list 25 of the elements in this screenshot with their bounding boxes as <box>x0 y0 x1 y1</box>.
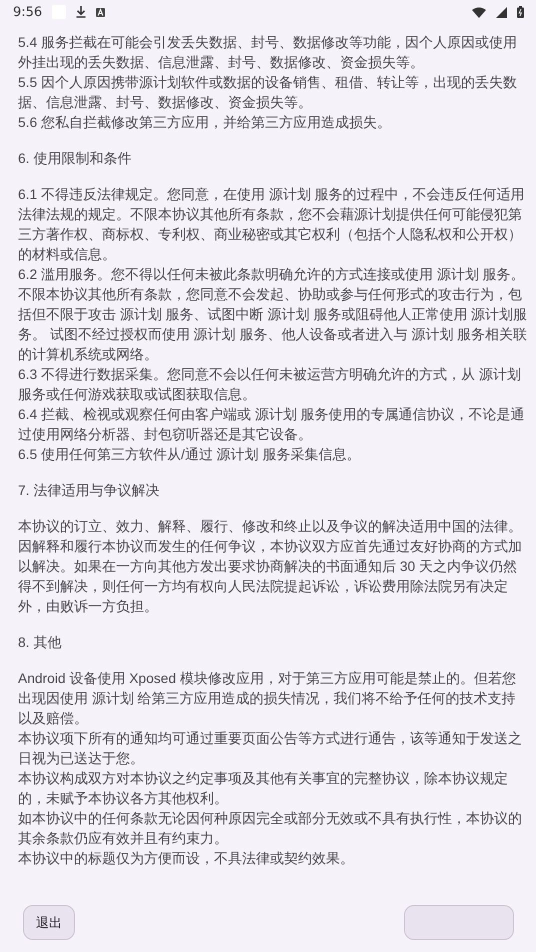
agreement-paragraph: 5.6 您私自拦截修改第三方应用，并给第三方应用造成损失。 <box>18 114 392 132</box>
status-time: 9:56 <box>13 4 42 20</box>
agreement-paragraph: 如本协议中的任何条款无论因何种原因完全或部分无效或不具有执行性，本协议的其余条款仍应有效并且有约束力。 <box>18 810 523 848</box>
agreement-paragraph: 本协议中的标题仅为方便而设，不具法律或契约效果。 <box>18 850 355 868</box>
agreement-paragraph: 6.1 不得违反法律规定。您同意，在使用 源计划 服务的过程中，不会违反任何适用法律法规的规定。不限本协议其他所有条款，您不会藉源计划提供任何可能侵犯第三方著作权、商标权、专利权、商业秘密或其它权利（包括个人隐私权和公开权）的材料或信息。 <box>18 186 526 264</box>
download-icon <box>76 6 86 18</box>
agreement-paragraph: 6.5 使用任何第三方软件从/通过 源计划 服务采集信息。 <box>18 446 362 464</box>
button[interactable] <box>404 905 514 940</box>
agreement-paragraph: 本协议项下所有的通知均可通过重要页面公告等方式进行通告，该等通知于发送之日视为已送达于您。 <box>18 730 523 768</box>
agreement-paragraph: 6.4 拦截、检视或观察任何由客户端或 源计划 服务使用的专属通信协议，不论是通过使用网络分析器、封包窃听器还是其它设备。 <box>18 406 526 444</box>
battery-icon <box>517 6 524 18</box>
agreement-paragraph: 本协议构成双方对本协议之约定事项及其他有关事宜的完整协议，除本协议规定的，未赋予本协议各方其他权利。 <box>18 770 509 808</box>
exit-button[interactable]: 退出 <box>23 905 75 940</box>
agreement-paragraph: Android 设备使用 Xposed 模块修改应用，对于第三方应用可能是禁止的。但若您出现因使用 源计划 给第三方应用造成的损失情况，我们将不给予任何的技术支持以及赔偿。 <box>18 670 517 728</box>
signal-icon <box>496 6 507 18</box>
wifi-icon <box>472 6 486 18</box>
section-heading: 8. 其他 <box>18 634 62 652</box>
agreement-paragraph: 本协议的订立、效力、解释、履行、修改和终止以及争议的解决适用中国的法律。因解释和履行本协议而发生的任何争议，本协议双方应首先通过友好协商的方式加以解决。如果在一方向其他方发出要求协商解决的书面通知后 30 天之内争议仍然得不到解决，则任何一方均有权向人民法院提起诉讼，诉讼费用除法院另有决定外，由败诉一方负担。 <box>18 518 523 616</box>
section-heading: 7. 法律适用与争议解决 <box>18 482 160 500</box>
agreement-paragraph: 6.2 滥用服务。您不得以任何未被此条款明确允许的方式连接或使用 源计划 服务。不限本协议其他所有条款，您同意不会发起、协助或参与任何形式的攻击行为，包括但不限于攻击 源计划 服务、试图中断 源计划 服务或阻碍他人正常使用 源计划服务。 试图不经过授权而使用 源计划 服务、他人设备或者进入与 源计划 服务相关联的计算机系统或网络。 <box>18 266 528 364</box>
section-heading: 6. 使用限制和条件 <box>18 150 132 168</box>
agreement-paragraph: 6.3 不得进行数据采集。您同意不会以任何未被运营方明确允许的方式，从 源计划服务或任何游戏获取或试图获取信息。 <box>18 366 522 404</box>
agreement-paragraph: 5.4 服务拦截在可能会引发丢失数据、封号、数据修改等功能，因个人原因或使用外挂出现的丢失数据、信息泄露、封号、数据修改、资金损失等。 <box>18 34 518 72</box>
agreement-paragraph: 5.5 因个人原因携带源计划软件或数据的设备销售、租借、转让等，出现的丢失数据、信息泄露、封号、数据修改、资金损失等。 <box>18 74 518 112</box>
font-icon <box>96 8 106 16</box>
